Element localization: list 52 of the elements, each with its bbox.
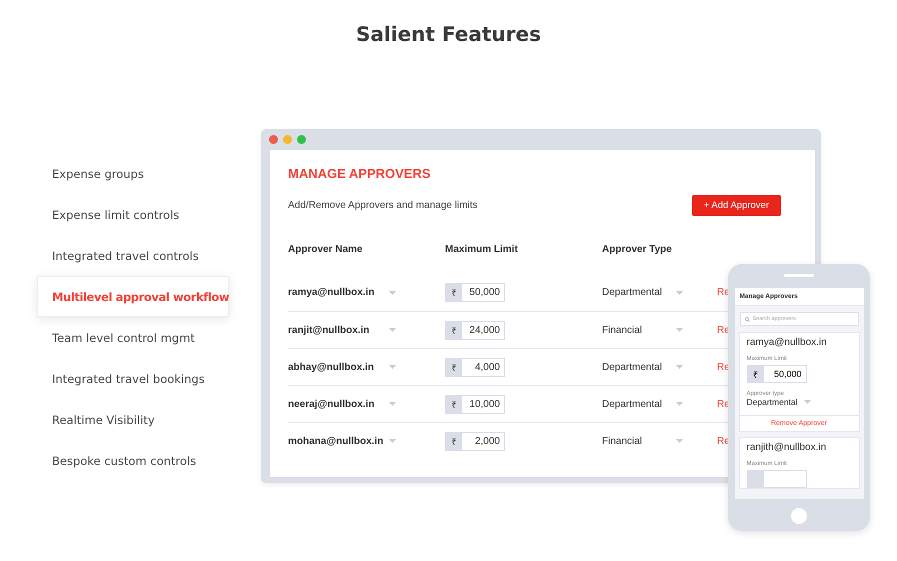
caret-icon[interactable] xyxy=(389,290,396,294)
approver-name: ranjit@nullbox.in xyxy=(288,324,370,336)
approver-type: Departmental xyxy=(746,397,798,407)
approver-name: ramya@nullbox.in xyxy=(288,287,376,298)
caret-icon[interactable] xyxy=(389,402,396,406)
approver-name: ramya@nullbox.in xyxy=(746,337,828,348)
caret-icon[interactable] xyxy=(676,402,683,406)
approver-name: ranjith@nullbox.in xyxy=(746,442,828,453)
approver-name: abhay@nullbox.in xyxy=(288,362,375,372)
caret-icon[interactable] xyxy=(676,439,683,443)
feature-tab[interactable]: Integrated travel controls xyxy=(37,235,229,276)
close-dot-icon xyxy=(269,135,278,144)
feature-tab[interactable]: Expense groups xyxy=(37,153,229,194)
maximize-dot-icon xyxy=(297,135,306,144)
search-icon xyxy=(744,316,750,322)
limit-field[interactable]: ₹ 4,000 xyxy=(445,358,505,376)
limit-field[interactable]: ₹ 24,000 xyxy=(445,320,505,340)
subtitle: Add/Remove Approvers and manage limits xyxy=(288,200,478,211)
phone-speaker xyxy=(784,274,814,277)
approver-type: Departmental xyxy=(602,398,664,410)
caret-icon[interactable] xyxy=(389,328,396,332)
approver-type: Departmental xyxy=(602,287,664,298)
caret-icon[interactable] xyxy=(676,328,683,332)
limit-field[interactable]: ₹ 10,000 xyxy=(445,394,505,414)
column-header: Approver Type xyxy=(602,244,673,257)
add-approver-button[interactable]: + Add Approver xyxy=(692,195,781,216)
limit-field[interactable]: ₹ 2,000 xyxy=(445,432,505,450)
column-header: Maximum Limit xyxy=(445,244,519,257)
approver-name: neeraj@nullbox.in xyxy=(288,398,376,410)
caret-icon[interactable] xyxy=(676,290,683,294)
home-button[interactable] xyxy=(791,508,807,524)
feature-tab[interactable]: Expense limit controls xyxy=(37,194,229,235)
caret-icon[interactable] xyxy=(676,365,683,369)
feature-tab[interactable]: Team level control mgmt xyxy=(37,317,229,358)
limit-field[interactable]: ₹ 50,000 xyxy=(746,365,806,383)
feature-tab[interactable]: Realtime Visibility xyxy=(37,399,229,440)
minimize-dot-icon xyxy=(283,135,292,144)
feature-tab[interactable]: Bespoke custom controls xyxy=(37,440,229,481)
approver-type: Financial xyxy=(602,436,644,446)
approver-name: mohana@nullbox.in xyxy=(288,436,384,446)
page-title: Salient Features xyxy=(355,21,542,46)
caret-icon[interactable] xyxy=(389,439,396,443)
limit-field[interactable] xyxy=(746,470,806,488)
feature-tab[interactable]: Integrated travel bookings xyxy=(37,358,229,399)
caret-icon[interactable] xyxy=(804,400,811,404)
section-heading: MANAGE APPROVERS xyxy=(288,166,432,181)
caret-icon[interactable] xyxy=(389,365,396,369)
approver-type: Departmental xyxy=(602,362,664,372)
approver-type: Financial xyxy=(602,324,644,336)
limit-field[interactable]: ₹ 50,000 xyxy=(445,283,505,302)
column-header: Approver Name xyxy=(288,244,364,257)
feature-tab[interactable]: Multilevel approval workflow xyxy=(37,276,229,317)
